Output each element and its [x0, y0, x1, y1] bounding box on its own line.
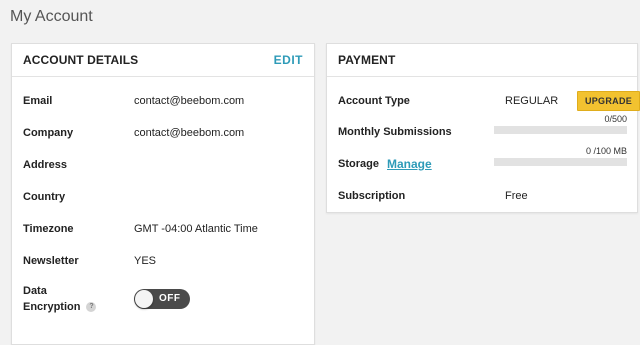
timezone-row: Timezone GMT -04:00 Atlantic Time — [23, 223, 258, 235]
storage-progress-bar — [494, 158, 627, 166]
country-label: Country — [23, 191, 66, 203]
payment-card: PAYMENT Account Type REGULAR UPGRADE Mon… — [326, 43, 640, 213]
submissions-usage: 0/500 — [494, 114, 627, 134]
newsletter-value: YES — [134, 255, 157, 267]
email-label: Email — [23, 95, 53, 107]
address-label: Address — [23, 159, 68, 171]
account-details-title: ACCOUNT DETAILS — [23, 53, 139, 67]
help-icon[interactable]: ? — [86, 302, 97, 313]
company-row: Company contact@beebom.com — [23, 127, 244, 139]
subscription-label: Subscription — [338, 190, 406, 202]
submissions-progress-bar — [494, 126, 627, 134]
page-title: My Account — [10, 8, 93, 25]
country-row: Country — [23, 191, 65, 203]
upgrade-button[interactable]: UPGRADE — [577, 91, 640, 111]
newsletter-label: Newsletter — [23, 255, 79, 267]
encryption-row: Data Encryption? OFF — [23, 285, 203, 317]
encryption-toggle[interactable]: OFF — [134, 289, 190, 309]
account-details-header: ACCOUNT DETAILS EDIT — [12, 44, 314, 77]
toggle-knob — [135, 290, 153, 308]
account-type-row: Account Type REGULAR UPGRADE — [338, 91, 640, 111]
subscription-row: Subscription Free — [338, 190, 638, 202]
address-row: Address — [23, 159, 67, 171]
submissions-usage-label: 0/500 — [604, 114, 627, 124]
payment-header: PAYMENT — [327, 44, 637, 77]
storage-label: Storage — [338, 158, 379, 170]
storage-usage: 0 /100 MB — [494, 146, 627, 166]
newsletter-row: Newsletter YES — [23, 255, 156, 267]
subscription-value: Free — [505, 190, 528, 202]
account-type-value: REGULAR — [505, 95, 559, 107]
email-value: contact@beebom.com — [134, 95, 245, 107]
company-value: contact@beebom.com — [134, 127, 245, 139]
edit-link[interactable]: EDIT — [274, 53, 303, 67]
account-details-card: ACCOUNT DETAILS EDIT Email contact@beebo… — [11, 43, 315, 345]
encryption-label-line2: Encryption — [23, 301, 81, 313]
manage-link[interactable]: Manage — [387, 157, 432, 171]
company-label: Company — [23, 127, 74, 139]
email-row: Email contact@beebom.com — [23, 95, 244, 107]
timezone-label: Timezone — [23, 223, 74, 235]
monthly-submissions-label: Monthly Submissions — [338, 126, 452, 138]
payment-title: PAYMENT — [338, 53, 396, 67]
storage-usage-label: 0 /100 MB — [585, 146, 627, 156]
timezone-value: GMT -04:00 Atlantic Time — [134, 223, 258, 235]
account-type-label: Account Type — [338, 95, 410, 107]
toggle-state-label: OFF — [159, 293, 181, 304]
